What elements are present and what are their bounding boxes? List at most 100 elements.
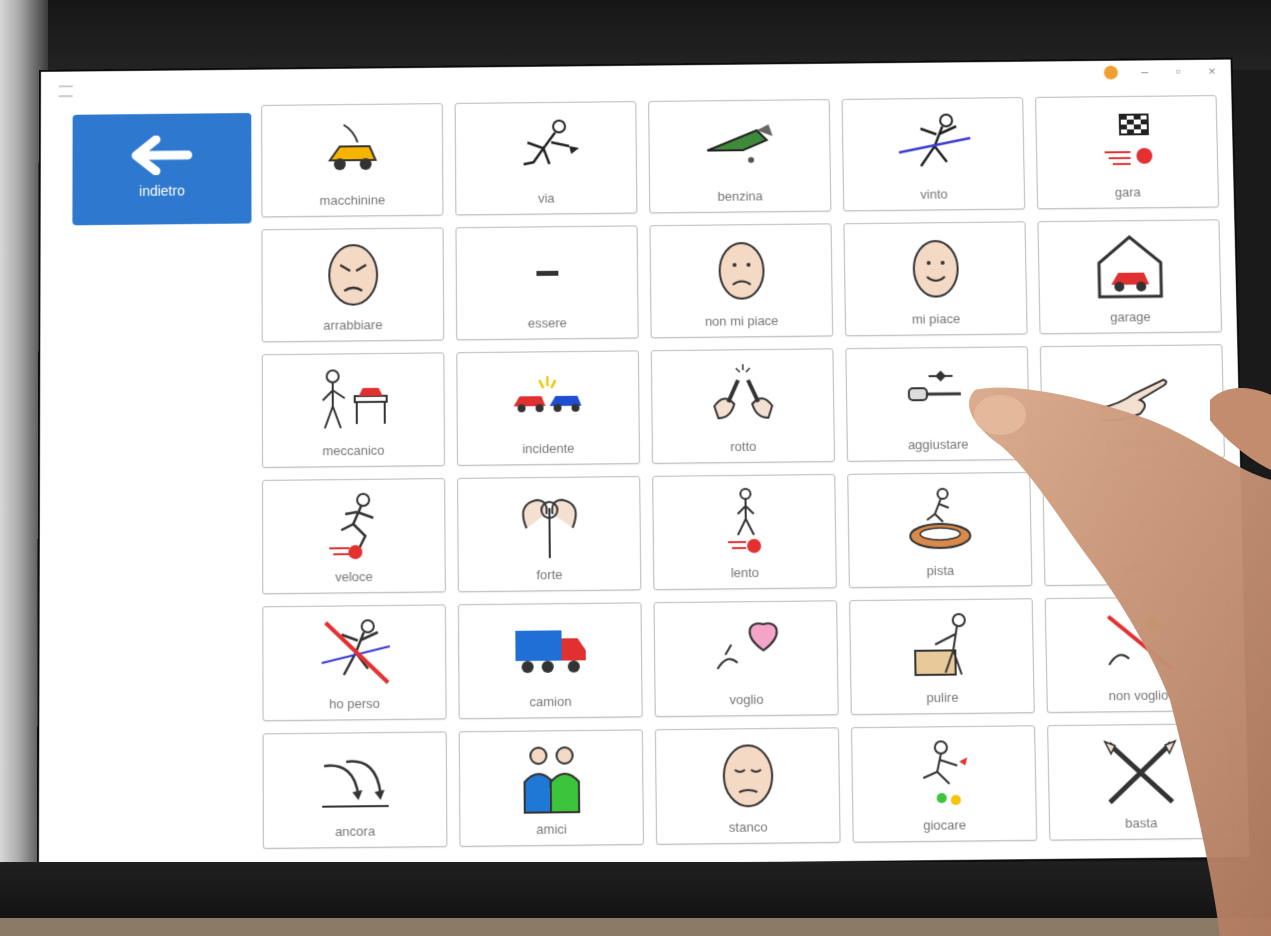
truck-icon <box>459 611 641 689</box>
window-controls: – ▫ × <box>1104 64 1219 80</box>
pointing-hand-icon <box>1041 353 1223 431</box>
cleaning-icon <box>850 607 1033 685</box>
symbol-tile-camion[interactable]: camion <box>458 602 643 719</box>
garage-car-icon <box>1039 228 1221 305</box>
symbol-tile-basta[interactable]: basta <box>1047 723 1234 840</box>
tile-label: pulire <box>851 689 1033 706</box>
angry-face-icon <box>262 236 443 313</box>
dash-icon <box>457 234 638 311</box>
symbol-tile-pulire[interactable]: pulire <box>849 598 1035 715</box>
mechanic-icon <box>263 361 444 439</box>
tile-label: basta <box>1050 814 1233 831</box>
tile-label: bello <box>1045 560 1227 577</box>
symbol-tile-amici[interactable]: amici <box>459 729 644 846</box>
symbol-tile-macchinine[interactable]: macchinine <box>261 103 443 217</box>
tired-face-icon <box>656 736 839 815</box>
back-button[interactable]: indietro <box>72 113 251 225</box>
tile-label: guardare <box>1043 434 1224 451</box>
symbol-tile-garage[interactable]: garage <box>1037 219 1222 334</box>
tablet-bezel-top <box>0 0 1271 70</box>
minimize-button[interactable]: – <box>1137 64 1151 79</box>
symbol-tile-forte[interactable]: forte <box>457 476 641 592</box>
stop-crossed-arms-icon <box>1048 732 1232 811</box>
symbol-tile-giocare[interactable]: giocare <box>851 725 1037 842</box>
tile-label: gara <box>1038 184 1218 201</box>
tile-label: ho perso <box>264 695 446 712</box>
sad-face-icon <box>651 232 832 309</box>
tile-label: non voglio <box>1047 687 1229 704</box>
tile-label: essere <box>457 315 638 332</box>
maximize-button[interactable]: ▫ <box>1171 64 1185 79</box>
play-toys-icon <box>852 734 1036 813</box>
tile-label: non mi piace <box>651 313 832 330</box>
menu-icon[interactable] <box>59 85 73 97</box>
symbol-tile-non-voglio[interactable]: non voglio <box>1045 596 1231 713</box>
tile-label: macchinine <box>262 192 442 209</box>
symbol-tile-ancora[interactable]: ancora <box>263 731 448 849</box>
tile-label: stanco <box>657 819 840 836</box>
symbol-tile-incidente[interactable]: incidente <box>456 350 640 466</box>
want-heart-icon <box>655 609 838 687</box>
tile-label: via <box>456 190 636 207</box>
broken-stick-icon <box>652 357 834 435</box>
symbol-tile-essere[interactable]: essere <box>455 225 638 340</box>
tile-label: garage <box>1040 308 1221 325</box>
fix-wrench-icon <box>846 355 1028 433</box>
symbol-tile-bello[interactable]: bello <box>1042 470 1228 586</box>
back-button-label: indietro <box>72 182 251 200</box>
symbol-tile-non-mi-piace[interactable]: non mi piace <box>649 223 833 338</box>
friends-icon <box>460 738 643 817</box>
slow-walker-icon <box>653 483 835 561</box>
tile-label: forte <box>459 566 641 583</box>
tablet-screen: – ▫ × indietro macchinine via benzina vinto… <box>39 60 1249 870</box>
symbol-tile-gara[interactable]: gara <box>1035 95 1219 209</box>
fast-runner-icon <box>263 487 445 565</box>
strong-arms-icon <box>458 485 640 563</box>
tile-label: aggiustare <box>848 436 1029 453</box>
tile-label: arrabbiare <box>263 317 444 334</box>
symbol-tile-stanco[interactable]: stanco <box>655 727 841 844</box>
symbol-tile-lento[interactable]: lento <box>652 474 837 590</box>
toy-car-icon <box>262 112 442 189</box>
hidden-icon <box>1043 479 1226 557</box>
tile-label: ancora <box>264 823 447 840</box>
arrow-left-icon <box>73 135 252 176</box>
symbol-tile-voglio[interactable]: voglio <box>654 600 839 717</box>
tile-label: incidente <box>458 440 639 457</box>
tile-label: mi piace <box>846 311 1027 328</box>
tile-label: veloce <box>263 568 445 585</box>
tile-label: benzina <box>650 188 830 205</box>
close-button[interactable]: × <box>1205 64 1219 79</box>
again-arrows-icon <box>264 741 447 820</box>
status-icon <box>1104 65 1118 79</box>
symbol-tile-via[interactable]: via <box>455 101 638 215</box>
symbol-tile-veloce[interactable]: veloce <box>262 478 446 594</box>
fuel-nozzle-icon <box>649 108 830 185</box>
desk-surface <box>0 918 1271 936</box>
symbol-tile-aggiustare[interactable]: aggiustare <box>845 346 1030 462</box>
tile-label: camion <box>460 693 642 710</box>
race-flag-icon <box>1036 104 1217 181</box>
tile-label: amici <box>460 821 643 838</box>
race-track-icon <box>848 481 1031 559</box>
tile-label: voglio <box>655 691 837 708</box>
tile-label: pista <box>850 562 1032 579</box>
tile-label: giocare <box>853 816 1036 833</box>
symbol-tile-mi-piace[interactable]: mi piace <box>843 221 1027 336</box>
tile-label: vinto <box>844 186 1024 203</box>
symbol-tile-arrabbiare[interactable]: arrabbiare <box>261 227 444 342</box>
tile-label: rotto <box>653 438 834 455</box>
symbol-tile-benzina[interactable]: benzina <box>648 99 831 213</box>
dont-want-icon <box>1046 605 1229 683</box>
smile-face-icon <box>845 230 1026 307</box>
lost-crossed-icon <box>263 613 445 691</box>
symbol-tile-rotto[interactable]: rotto <box>651 348 835 464</box>
start-running-icon <box>456 110 636 187</box>
symbol-tile-ho-perso[interactable]: ho perso <box>262 604 446 721</box>
car-crash-icon <box>457 359 638 437</box>
symbol-tile-pista[interactable]: pista <box>847 472 1032 588</box>
symbol-tile-guardare[interactable]: guardare <box>1040 344 1225 460</box>
symbol-tile-meccanico[interactable]: meccanico <box>262 352 445 468</box>
tile-label: meccanico <box>263 442 444 459</box>
symbol-tile-vinto[interactable]: vinto <box>842 97 1026 211</box>
